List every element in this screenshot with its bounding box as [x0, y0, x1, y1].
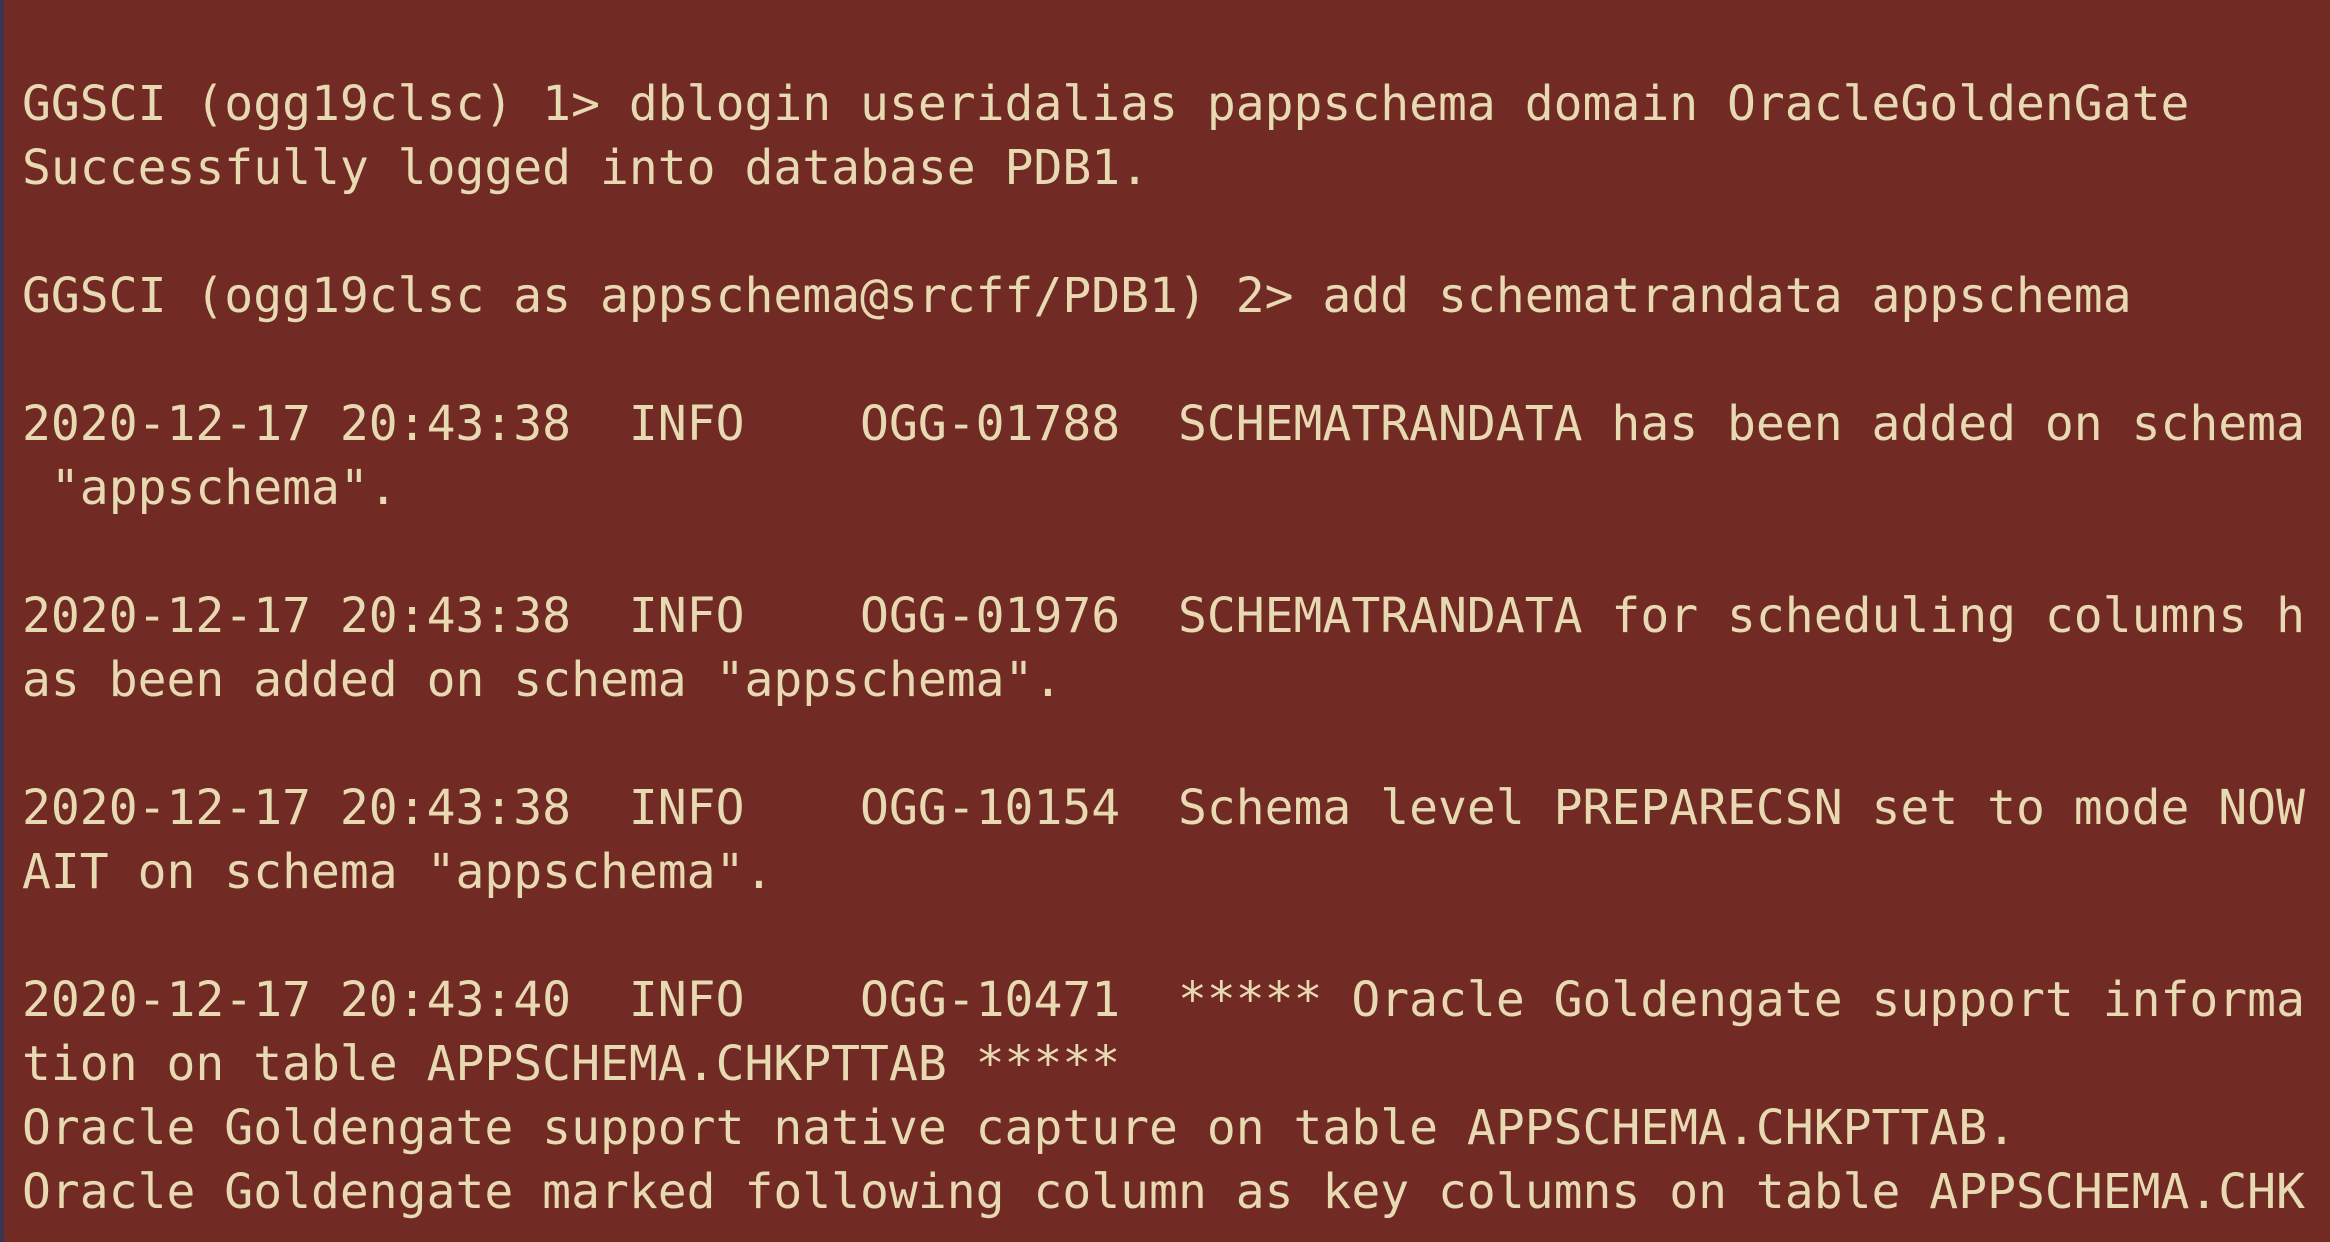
- terminal-line: 2020-12-17 20:43:38 INFO OGG-10154 Schem…: [22, 780, 2305, 836]
- terminal-line: 2020-12-17 20:43:40 INFO OGG-10471 *****…: [22, 972, 2305, 1028]
- terminal-line: Oracle Goldengate marked following colum…: [22, 1164, 2305, 1220]
- terminal-line: 2020-12-17 20:43:38 INFO OGG-01788 SCHEM…: [22, 396, 2305, 452]
- terminal-line: 2020-12-17 20:43:38 INFO OGG-01976 SCHEM…: [22, 588, 2305, 644]
- terminal-line: GGSCI (ogg19clsc as appschema@srcff/PDB1…: [22, 268, 2132, 324]
- terminal-line: "appschema".: [22, 460, 398, 516]
- terminal-line: AIT on schema "appschema".: [22, 844, 774, 900]
- terminal-line: Successfully logged into database PDB1.: [22, 140, 1150, 196]
- terminal-window[interactable]: GGSCI (ogg19clsc) 1> dblogin useridalias…: [0, 0, 2330, 1242]
- terminal-line: as been added on schema "appschema".: [22, 652, 1063, 708]
- terminal-line: tion on table APPSCHEMA.CHKPTTAB *****: [22, 1036, 1121, 1092]
- terminal-line: GGSCI (ogg19clsc) 1> dblogin useridalias…: [22, 76, 2190, 132]
- terminal-line: Oracle Goldengate support native capture…: [22, 1100, 2016, 1156]
- terminal-output[interactable]: GGSCI (ogg19clsc) 1> dblogin useridalias…: [22, 72, 2305, 1224]
